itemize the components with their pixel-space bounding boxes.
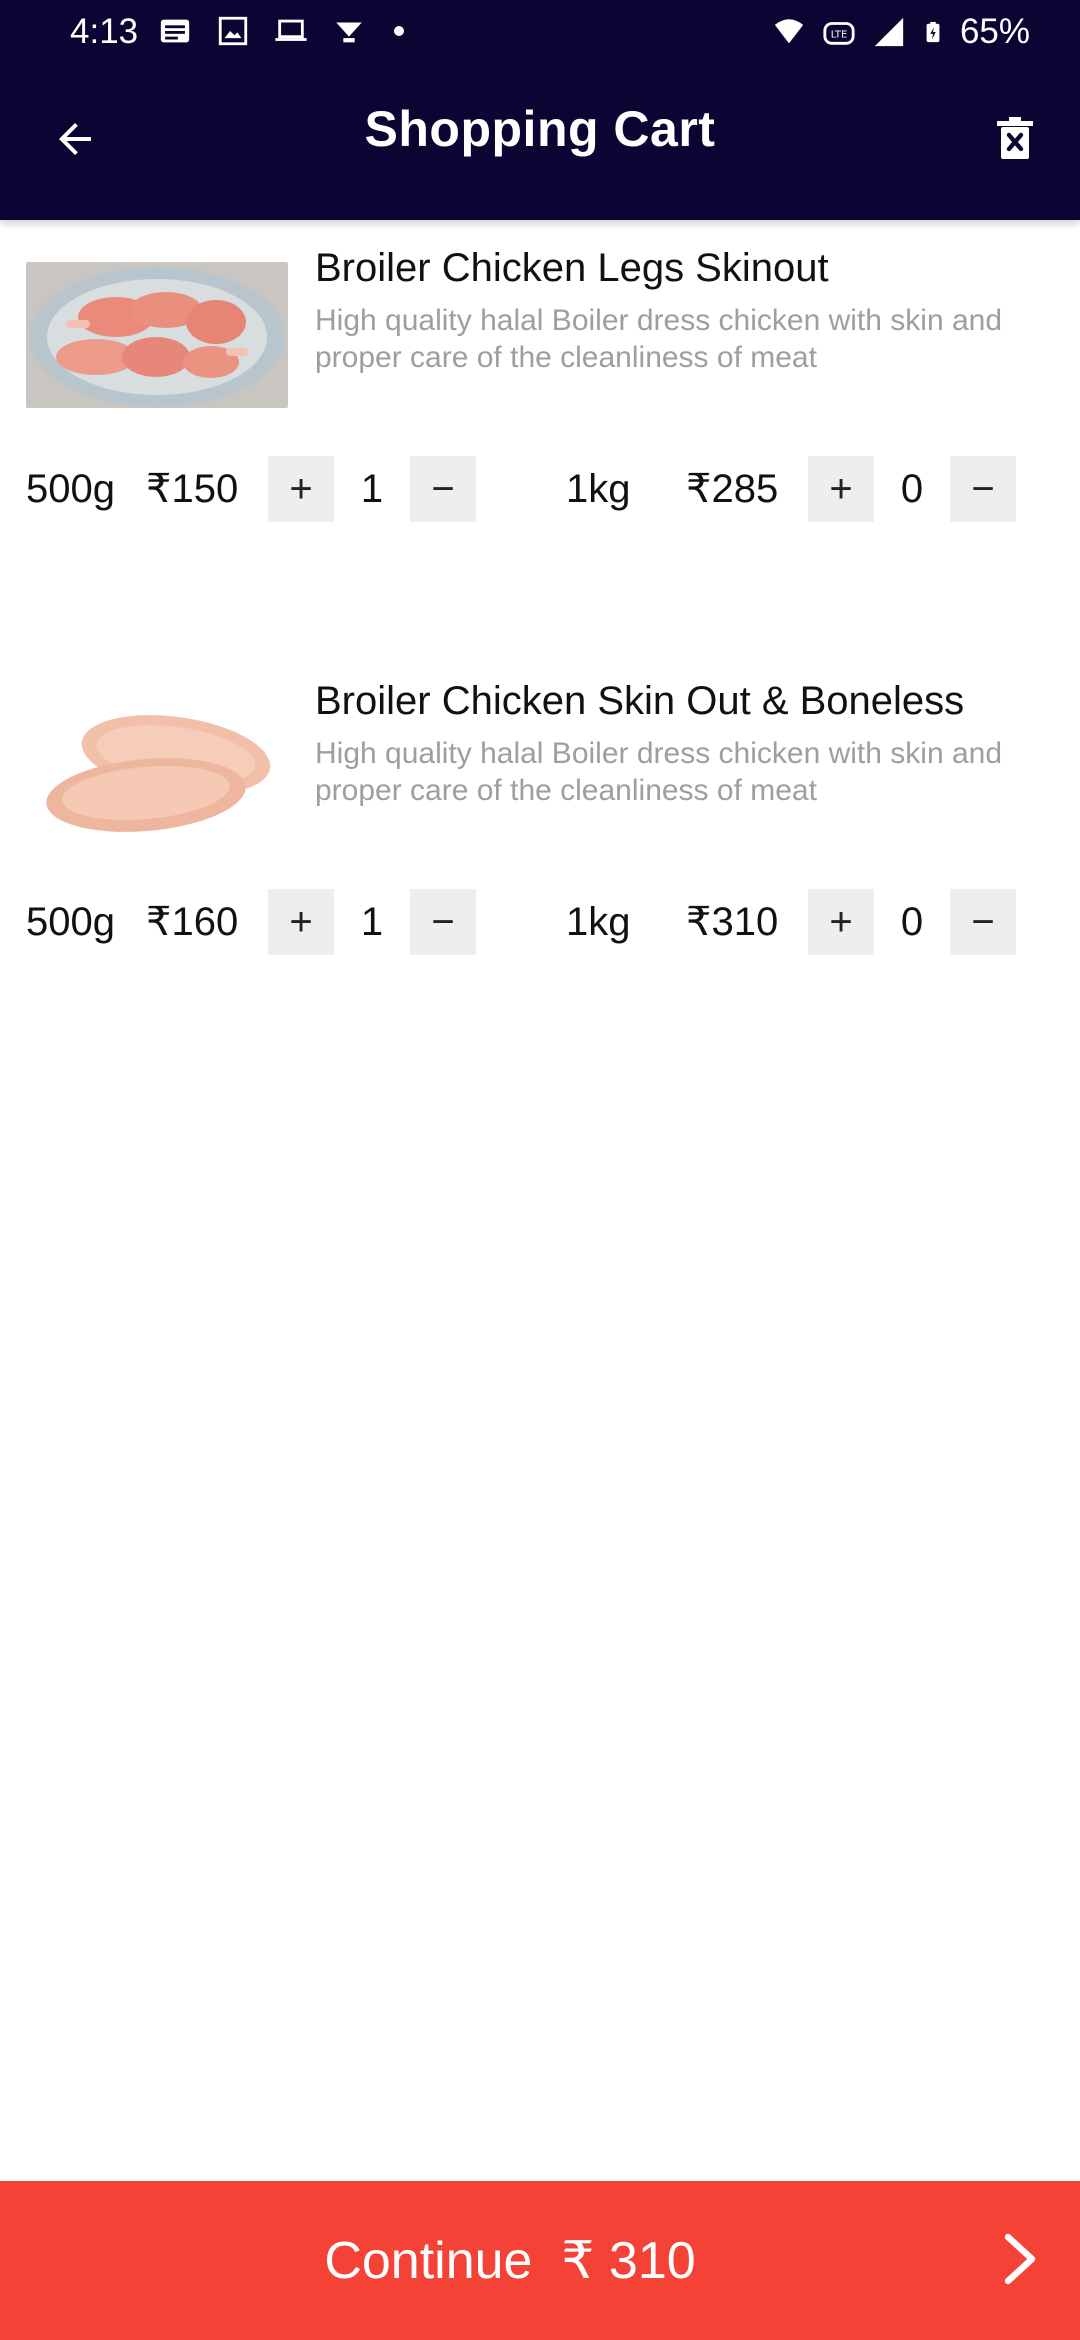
quantity-value: 0 (900, 899, 924, 944)
quantity-value: 1 (360, 466, 384, 511)
variant-row: 1kg ₹310 + 0 − (566, 889, 1016, 955)
status-icons-left (158, 14, 404, 48)
variant-row: 1kg ₹285 + 0 − (566, 456, 1016, 522)
news-icon (160, 19, 190, 43)
variant-price: ₹150 (146, 467, 239, 511)
decrease-quantity-button[interactable]: − (410, 456, 476, 522)
variant-weight: 1kg (566, 899, 631, 944)
variant-weight: 1kg (566, 466, 631, 511)
laptop-icon (275, 19, 307, 41)
wifi-icon (774, 19, 804, 44)
quantity-value: 0 (900, 466, 924, 511)
product-description: High quality halal Boiler dress chicken … (315, 304, 1003, 374)
chicken-legs-image (26, 262, 288, 408)
continue-arrow (990, 2229, 1050, 2289)
variant-price: ₹285 (686, 467, 779, 511)
status-time: 4:13 (70, 12, 139, 51)
variant-weight: 500g (26, 466, 115, 511)
chevron-right-icon (1004, 2233, 1036, 2285)
volte-icon: LTE (823, 22, 855, 45)
app-bar: 4:13 LTE 65% Shopping Cart (0, 0, 1080, 220)
page-title: Shopping Cart (364, 101, 716, 157)
decrease-quantity-button[interactable]: − (410, 889, 476, 955)
variant-weight: 500g (26, 899, 115, 944)
svg-text:LTE: LTE (831, 30, 847, 41)
increase-quantity-button[interactable]: + (808, 889, 874, 955)
status-bar: 4:13 LTE 65% (0, 0, 1080, 64)
image-icon (218, 16, 248, 46)
product-description: High quality halal Boiler dress chicken … (315, 737, 1003, 807)
continue-button[interactable]: Continue ₹ 310 (0, 2181, 1080, 2340)
notification-dot-icon (394, 26, 404, 36)
increase-quantity-button[interactable]: + (268, 889, 334, 955)
variant-price: ₹160 (146, 900, 239, 944)
continue-label: Continue ₹ 310 (324, 2232, 696, 2290)
delete-icon (997, 117, 1033, 159)
clear-cart-button[interactable] (980, 104, 1050, 174)
status-icons-right: LTE 65% (772, 12, 1030, 52)
increase-quantity-button[interactable]: + (268, 456, 334, 522)
decrease-quantity-button[interactable]: − (950, 889, 1016, 955)
product-image (26, 262, 288, 408)
signal-icon (874, 17, 904, 47)
quantity-value: 1 (360, 899, 384, 944)
decrease-quantity-button[interactable]: − (950, 456, 1016, 522)
product-title: Broiler Chicken Legs Skinout (315, 246, 829, 290)
variant-row: 500g ₹160 + 1 − (26, 889, 476, 955)
variant-price: ₹310 (686, 900, 779, 944)
variant-row: 500g ₹150 + 1 − (26, 456, 476, 522)
vpn-icon (336, 22, 362, 43)
product-image (26, 695, 288, 841)
battery-icon (926, 21, 940, 43)
product-title: Broiler Chicken Skin Out & Boneless (315, 679, 965, 723)
chicken-breast-image (26, 695, 288, 841)
increase-quantity-button[interactable]: + (808, 456, 874, 522)
battery-percentage: 65% (959, 12, 1030, 51)
